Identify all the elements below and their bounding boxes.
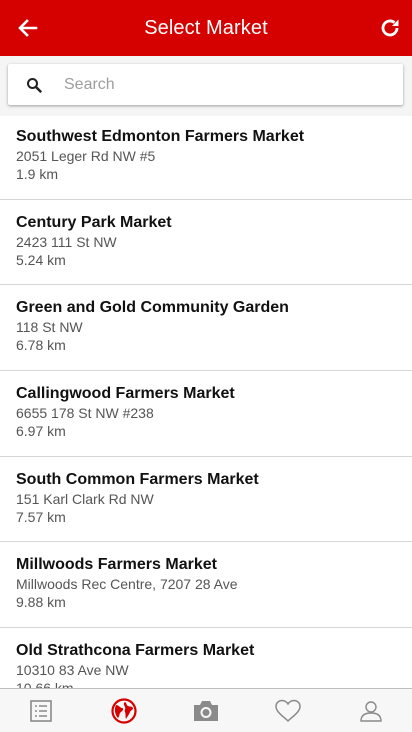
market-name: Millwoods Farmers Market <box>16 556 217 574</box>
market-list-item[interactable]: Southwest Edmonton Farmers Market 2051 L… <box>0 114 412 200</box>
market-name: Callingwood Farmers Market <box>16 385 235 403</box>
nav-globe[interactable] <box>94 691 154 731</box>
search-box[interactable] <box>8 64 403 105</box>
market-list-item[interactable]: Callingwood Farmers Market 6655 178 St N… <box>0 371 412 457</box>
market-address: 10310 83 Ave NW <box>16 662 129 679</box>
heart-icon <box>275 699 302 722</box>
globe-icon <box>110 697 137 724</box>
nav-profile[interactable] <box>341 691 401 731</box>
market-name: Century Park Market <box>16 213 172 231</box>
market-address: 151 Karl Clark Rd NW <box>16 490 154 507</box>
market-list-item[interactable]: South Common Farmers Market 151 Karl Cla… <box>0 457 412 543</box>
refresh-button[interactable] <box>376 14 404 42</box>
arrow-left-icon <box>18 19 38 37</box>
market-list: Southwest Edmonton Farmers Market 2051 L… <box>0 114 412 688</box>
user-icon <box>360 700 382 722</box>
market-distance: 7.57 km <box>16 508 66 525</box>
market-address: 118 St NW <box>16 319 83 336</box>
bottom-nav <box>0 688 412 732</box>
search-icon <box>27 77 42 93</box>
camera-icon <box>193 700 218 721</box>
market-list-item[interactable]: Green and Gold Community Garden 118 St N… <box>0 285 412 372</box>
market-distance: 10.66 km <box>16 679 396 688</box>
refresh-icon <box>381 19 399 37</box>
market-list-item[interactable]: Century Park Market 2423 111 St NW 5.24 … <box>0 200 412 286</box>
market-distance: 6.78 km <box>16 337 66 354</box>
market-distance: 9.88 km <box>16 594 66 611</box>
app-bar: Select Market <box>0 0 412 56</box>
nav-camera[interactable] <box>176 691 236 731</box>
market-distance: 5.24 km <box>16 251 66 268</box>
market-address: Millwoods Rec Centre, 7207 28 Ave <box>16 576 238 593</box>
list-icon <box>30 699 52 722</box>
market-address: 2051 Leger Rd NW #5 <box>16 148 156 164</box>
search-area <box>0 56 412 116</box>
market-address: 6655 178 St NW #238 <box>16 405 154 422</box>
market-list-item[interactable]: Old Strathcona Farmers Market 10310 83 A… <box>0 628 412 688</box>
market-name: South Common Farmers Market <box>16 470 259 488</box>
market-address: 2423 111 St NW <box>16 233 117 250</box>
market-name: Green and Gold Community Garden <box>16 299 289 317</box>
market-name: Southwest Edmonton Farmers Market <box>16 128 305 145</box>
market-name: Old Strathcona Farmers Market <box>16 642 255 660</box>
market-list-item[interactable]: Millwoods Farmers Market Millwoods Rec C… <box>0 542 412 629</box>
market-distance: 6.97 km <box>16 423 66 440</box>
back-button[interactable] <box>14 14 42 42</box>
page-title: Select Market <box>144 16 268 39</box>
nav-favorites[interactable] <box>258 691 318 731</box>
market-distance: 1.9 km <box>16 166 59 182</box>
nav-list[interactable] <box>11 691 71 731</box>
search-input[interactable] <box>64 75 364 94</box>
